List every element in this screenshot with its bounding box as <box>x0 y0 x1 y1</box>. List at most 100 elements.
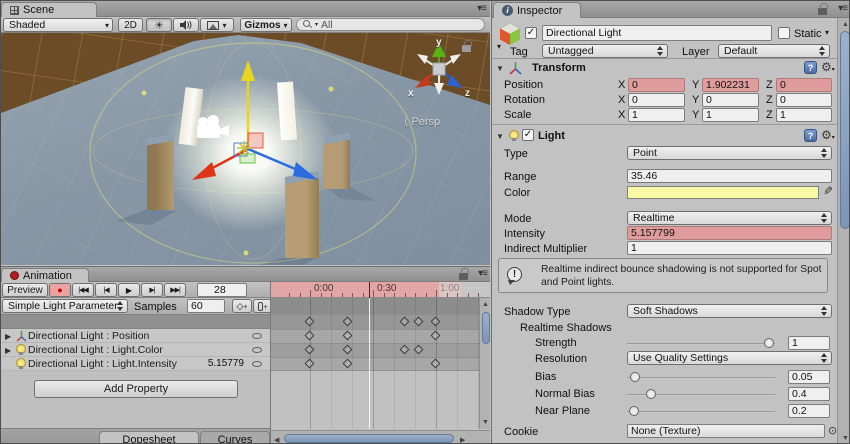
rotation-y-field[interactable]: 0 <box>702 93 759 107</box>
animation-panel-menu-icon[interactable]: ▾≡ <box>478 268 487 279</box>
scene-panel-menu-icon[interactable]: ▾≡ <box>477 3 486 14</box>
normal-bias-field[interactable]: 0.4 <box>788 387 830 401</box>
tab-dopesheet[interactable]: Dopesheet <box>99 431 199 444</box>
near-plane-slider-thumb[interactable] <box>629 406 639 416</box>
cookie-object-field[interactable]: None (Texture) <box>627 424 825 438</box>
static-checkbox[interactable] <box>778 27 790 39</box>
bias-slider[interactable] <box>627 377 775 379</box>
next-frame-button[interactable]: ▶| <box>141 283 163 297</box>
static-dropdown-icon[interactable]: ▾ <box>825 28 829 37</box>
light-enabled-checkbox[interactable]: ✓ <box>522 129 534 141</box>
light-type-dropdown[interactable]: Point <box>627 146 832 160</box>
key-indicator-icon[interactable] <box>252 333 262 339</box>
rotation-x-field[interactable]: 0 <box>628 93 685 107</box>
dopesheet-hscrollbar[interactable]: ◀ ▶ <box>271 430 490 444</box>
scroll-left-icon[interactable]: ◀ <box>274 436 279 444</box>
render-mode-dropdown[interactable]: Shaded ▾ <box>3 18 113 32</box>
effects-toggle-button[interactable]: ▾ <box>200 18 234 32</box>
gizmos-dropdown[interactable]: Gizmos ▾ <box>240 18 292 32</box>
foldout-icon[interactable]: ▶ <box>5 332 11 341</box>
tag-dropdown[interactable]: Untagged <box>542 44 668 58</box>
gear-icon[interactable]: ⚙▾ <box>821 61 835 76</box>
scroll-down-icon[interactable]: ▼ <box>842 435 849 442</box>
perspective-label[interactable]: ⟨ Persp <box>404 115 440 128</box>
inspector-lock-icon[interactable] <box>818 8 827 15</box>
go-to-start-button[interactable]: |◀◀ <box>72 283 94 297</box>
animation-lock-icon[interactable] <box>459 273 468 280</box>
scale-z-field[interactable]: 1 <box>776 108 832 122</box>
strength-slider-thumb[interactable] <box>764 338 774 348</box>
tab-animation[interactable]: Animation <box>1 268 89 282</box>
record-button[interactable]: ● <box>49 283 71 297</box>
inspector-scrollbar[interactable]: ▲ ▼ <box>837 18 850 444</box>
dopesheet-vscrollbar[interactable]: ▲ ▼ <box>479 298 490 429</box>
position-x-field[interactable]: 0 <box>628 78 685 92</box>
go-to-end-button[interactable]: ▶▶| <box>164 283 186 297</box>
tab-scene[interactable]: Scene <box>1 2 97 17</box>
bias-field[interactable]: 0.05 <box>788 370 830 384</box>
anim-property-row-color[interactable]: ▶ Directional Light : Light.Color <box>1 343 270 357</box>
help-icon[interactable]: ? <box>804 129 817 142</box>
scene-lock-icon[interactable] <box>462 45 471 52</box>
key-indicator-icon[interactable] <box>252 361 262 367</box>
active-checkbox[interactable]: ✓ <box>525 27 537 39</box>
inspector-panel-menu-icon[interactable]: ▾≡ <box>838 3 847 14</box>
layer-dropdown[interactable]: Default <box>718 44 830 58</box>
gameobject-cube-icon[interactable] <box>498 22 522 46</box>
hscroll-thumb[interactable] <box>284 434 454 443</box>
anim-property-row-position[interactable]: ▶ Directional Light : Position <box>1 329 270 343</box>
strength-slider[interactable] <box>627 343 775 345</box>
play-button[interactable]: ▶ <box>118 283 140 297</box>
normal-bias-slider-thumb[interactable] <box>646 389 656 399</box>
resolution-dropdown[interactable]: Use Quality Settings <box>627 351 832 365</box>
anim-property-row-intensity[interactable]: Directional Light : Light.Intensity 5.15… <box>1 357 270 371</box>
scale-y-field[interactable]: 1 <box>702 108 759 122</box>
lighting-toggle-button[interactable]: ☀ <box>146 18 172 32</box>
samples-field[interactable]: 60 <box>187 299 225 313</box>
foldout-icon[interactable]: ▼ <box>496 64 504 73</box>
timeline-ruler[interactable]: 0:00 0:30 1:00 <box>271 282 490 298</box>
eyedropper-icon[interactable]: ✎ <box>823 184 833 198</box>
intensity-field[interactable]: 5.157799 <box>627 226 832 240</box>
object-picker-icon[interactable]: ⊙ <box>828 424 837 437</box>
indirect-multiplier-field[interactable]: 1 <box>627 241 832 255</box>
chevron-down-icon[interactable]: ▾ <box>497 42 501 51</box>
range-field[interactable]: 35.46 <box>627 169 832 183</box>
scroll-up-icon[interactable]: ▲ <box>842 21 849 28</box>
shadow-type-dropdown[interactable]: Soft Shadows <box>627 304 832 318</box>
help-icon[interactable]: ? <box>804 61 817 74</box>
vscroll-thumb[interactable] <box>482 312 490 344</box>
previous-frame-button[interactable]: |◀ <box>95 283 117 297</box>
audio-toggle-button[interactable] <box>173 18 199 32</box>
clip-dropdown[interactable]: Simple Light Parameter <box>2 299 128 313</box>
scroll-right-icon[interactable]: ▶ <box>460 436 465 444</box>
rotation-z-field[interactable]: 0 <box>776 93 832 107</box>
tab-inspector[interactable]: i Inspector <box>493 2 581 18</box>
position-y-field[interactable]: 1.902231 <box>702 78 759 92</box>
add-keyframe-button[interactable]: ◇ + <box>232 299 252 313</box>
tab-curves[interactable]: Curves <box>200 431 270 444</box>
key-indicator-icon[interactable] <box>252 347 262 353</box>
strength-field[interactable]: 1 <box>788 336 830 350</box>
preview-button[interactable]: Preview <box>2 283 48 297</box>
color-swatch[interactable] <box>627 186 819 199</box>
position-z-field[interactable]: 0 <box>776 78 832 92</box>
near-plane-slider[interactable] <box>627 411 775 413</box>
mode-dropdown[interactable]: Realtime <box>627 211 832 225</box>
playhead-line[interactable] <box>369 298 371 429</box>
dopesheet-area[interactable] <box>271 298 479 429</box>
gameobject-name-field[interactable]: Directional Light <box>542 25 772 41</box>
inspector-scroll-thumb[interactable] <box>840 31 850 229</box>
gear-icon[interactable]: ⚙▾ <box>821 129 835 144</box>
foldout-icon[interactable]: ▼ <box>496 132 504 141</box>
add-property-button[interactable]: Add Property <box>34 380 238 398</box>
current-frame-field[interactable]: 28 <box>197 283 247 297</box>
scroll-down-icon[interactable]: ▼ <box>482 419 489 426</box>
scene-viewport[interactable]: y x z ⟨ Persp <box>1 33 490 265</box>
foldout-icon[interactable]: ▶ <box>5 346 11 355</box>
scroll-up-icon[interactable]: ▲ <box>482 301 489 308</box>
2d-toggle-button[interactable]: 2D <box>118 18 143 32</box>
bias-slider-thumb[interactable] <box>630 372 640 382</box>
near-plane-field[interactable]: 0.2 <box>788 404 830 418</box>
scene-search-input[interactable]: ▾ All <box>296 18 485 31</box>
